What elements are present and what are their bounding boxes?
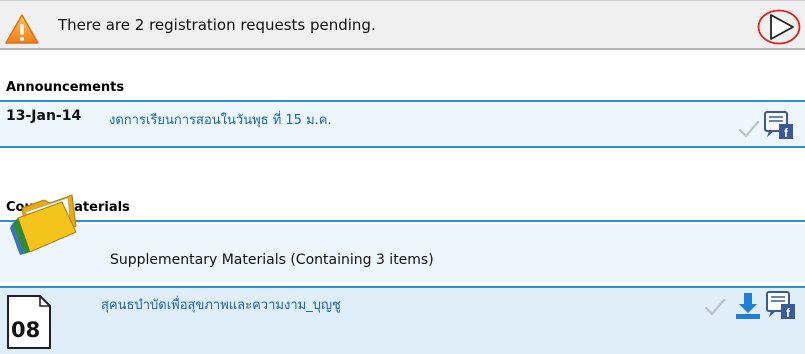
next-arrow-button[interactable] [756, 7, 802, 47]
play-arrow-icon [770, 14, 794, 40]
announcement-item[interactable]: 13-Jan-14 งดการเรียนการสอนในวันพุธ ที่ 1… [0, 102, 805, 148]
checkmark-icon [704, 298, 726, 316]
course-materials-divider [0, 220, 805, 222]
download-icon[interactable] [735, 292, 761, 320]
file-title-link[interactable]: สุคนธบำบัดเพื่อสุขภาพและความงาม_บุญชู [101, 294, 341, 315]
folder-item[interactable]: Supplementary Materials (Containing 3 it… [0, 194, 805, 282]
file-badge-number: 08 [11, 318, 41, 342]
announcement-title-link[interactable]: งดการเรียนการสอนในวันพุธ ที่ 15 ม.ค. [109, 109, 332, 130]
registration-notice-bar: There are 2 registration requests pendin… [0, 0, 805, 50]
checkmark-icon [738, 120, 760, 138]
facebook-share-icon[interactable]: f [764, 110, 794, 140]
folder-label-link[interactable]: Supplementary Materials (Containing 3 it… [110, 252, 434, 268]
announcement-date: 13-Jan-14 [6, 108, 82, 124]
facebook-share-icon[interactable]: f [766, 290, 796, 320]
file-item[interactable]: 08 สุคนธบำบัดเพื่อสุขภาพและความงาม_บุญชู… [0, 286, 805, 354]
notice-message: There are 2 registration requests pendin… [58, 16, 376, 34]
announcements-heading: Announcements [6, 80, 125, 95]
warning-icon [5, 14, 39, 44]
folder-icon [10, 194, 77, 255]
